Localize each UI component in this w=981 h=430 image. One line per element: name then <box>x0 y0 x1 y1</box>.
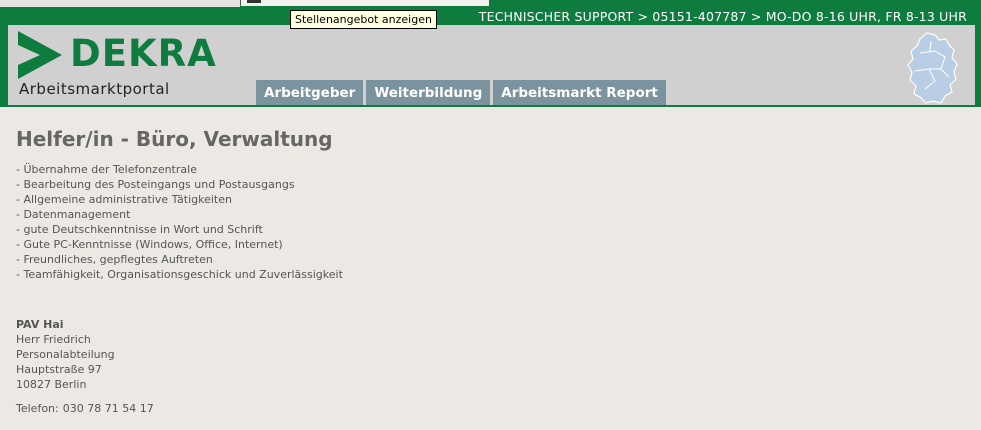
contact-phone: Telefon: 030 78 71 54 17 <box>16 402 154 415</box>
portal-name: Arbeitsmarktportal <box>19 80 170 98</box>
top-bar: TECHNISCHER SUPPORT > 05151-407787 > MO-… <box>0 0 981 25</box>
header-divider <box>0 105 981 107</box>
header-border-left <box>0 25 8 107</box>
company-name: PAV Hai <box>16 318 64 331</box>
contact-street: Hauptstraße 97 <box>16 363 102 376</box>
job-detail: Helfer/in - Büro, Verwaltung - Übernahme… <box>16 127 343 415</box>
list-item: - Übernahme der Telefonzentrale <box>16 163 197 176</box>
window-tab-strip <box>240 0 490 6</box>
list-item: - Bearbeitung des Posteingangs und Posta… <box>16 178 295 191</box>
window-strip <box>0 0 240 7</box>
site-header: DEKRA Arbeitsmarktportal Arbeitgeber Wei… <box>8 25 975 107</box>
nav-tab-weiterbildung[interactable]: Weiterbildung <box>366 80 491 107</box>
dekra-logo-icon[interactable] <box>16 29 66 81</box>
contact-department: Personalabteilung <box>16 348 115 361</box>
list-item: - gute Deutschkenntnisse in Wort und Sch… <box>16 223 263 236</box>
contact-city: 10827 Berlin <box>16 378 87 391</box>
phone-label: Telefon: <box>16 402 59 415</box>
list-item: - Freundliches, gepflegtes Auftreten <box>16 253 213 266</box>
main-nav: Arbeitgeber Weiterbildung Arbeitsmarkt R… <box>256 80 666 107</box>
contact-block: PAV Hai Herr Friedrich Personalabteilung… <box>16 317 115 392</box>
tooltip: Stellenangebot anzeigen <box>290 10 437 29</box>
job-title: Helfer/in - Büro, Verwaltung <box>16 127 333 151</box>
germany-map-icon <box>907 32 958 104</box>
duties-list: - Übernahme der Telefonzentrale - Bearbe… <box>16 162 343 282</box>
nav-tab-arbeitsmarkt-report[interactable]: Arbeitsmarkt Report <box>493 80 666 107</box>
logo-text[interactable]: DEKRA <box>70 32 217 75</box>
list-item: - Datenmanagement <box>16 208 131 221</box>
list-item: - Teamfähigkeit, Organisationsgeschick u… <box>16 268 343 281</box>
phone-number: 030 78 71 54 17 <box>62 402 154 415</box>
header-border-right <box>975 25 981 107</box>
list-item: - Allgemeine administrative Tätigkeiten <box>16 193 232 206</box>
support-info: TECHNISCHER SUPPORT > 05151-407787 > MO-… <box>478 9 967 24</box>
contact-person: Herr Friedrich <box>16 333 91 346</box>
list-item: - Gute PC-Kenntnisse (Windows, Office, I… <box>16 238 283 251</box>
nav-tab-arbeitgeber[interactable]: Arbeitgeber <box>256 80 364 107</box>
